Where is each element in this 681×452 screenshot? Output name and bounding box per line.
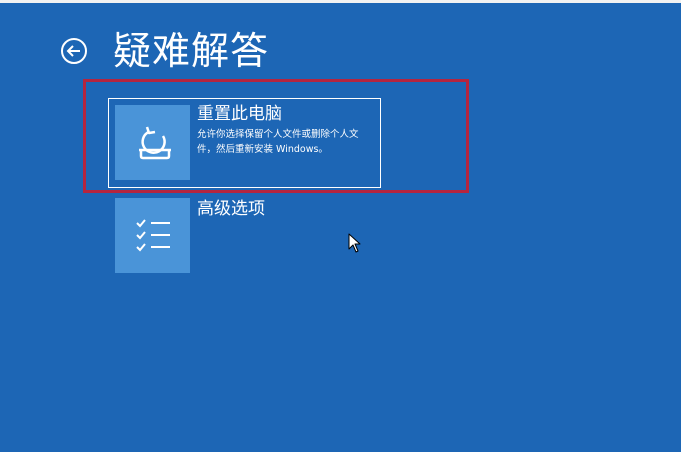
- advanced-options-option[interactable]: 高级选项: [115, 198, 335, 275]
- reset-pc-icon: [139, 126, 171, 160]
- option-tile: [115, 105, 190, 180]
- top-strip: [0, 0, 681, 3]
- back-button[interactable]: [60, 37, 88, 65]
- page-title: 疑难解答: [113, 29, 270, 73]
- option-description: 允许你选择保留个人文件或删除个人文件，然后重新安装 Windows。: [197, 129, 359, 155]
- option-title: 高级选项: [197, 199, 265, 219]
- option-tile: [115, 198, 190, 273]
- reset-pc-option[interactable]: 重置此电脑 允许你选择保留个人文件或删除个人文件，然后重新安装 Windows。: [108, 98, 381, 188]
- arrow-left-circle-icon: [61, 38, 87, 64]
- option-title: 重置此电脑: [197, 104, 282, 124]
- mouse-cursor-icon: [348, 233, 361, 253]
- checklist-icon: [136, 219, 170, 252]
